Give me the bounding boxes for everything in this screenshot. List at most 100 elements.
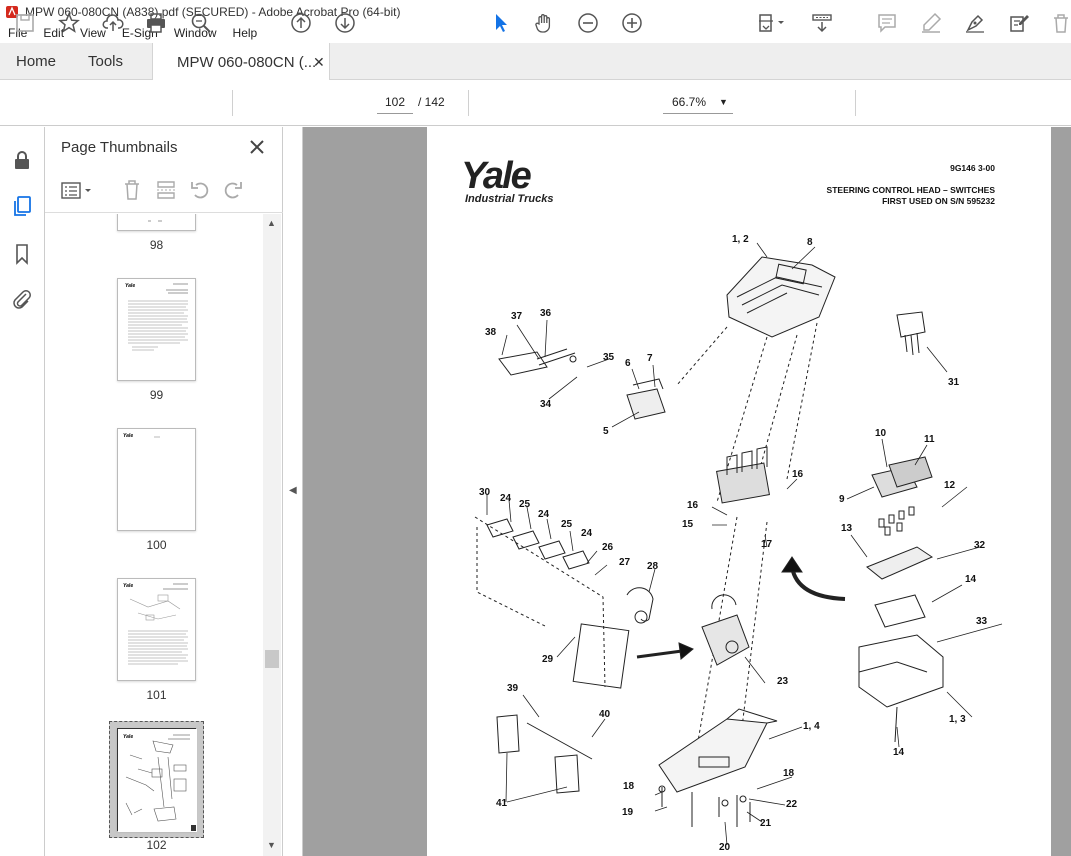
page-up-icon[interactable]	[288, 10, 314, 36]
callout-label: 39	[507, 683, 519, 694]
thumbnail-scrollbar[interactable]: ▲ ▼	[263, 214, 281, 856]
callout-label: 24	[538, 509, 550, 520]
svg-text:Yale: Yale	[123, 734, 133, 740]
thumbnail-label: 102	[146, 838, 167, 852]
callout-label: 27	[619, 557, 631, 568]
thumbnail-page-99[interactable]: Yale	[117, 278, 196, 381]
thumbnail-label: 98	[149, 238, 164, 252]
callout-label: 21	[760, 818, 772, 829]
extract-page-icon[interactable]	[155, 179, 177, 206]
lock-icon[interactable]	[10, 148, 34, 172]
scroll-down-icon[interactable]: ▼	[267, 840, 276, 850]
toolbar-separator	[468, 90, 469, 116]
callout-label: 14	[965, 574, 977, 585]
thumbnail-list: 98 Yale 99 Yale 100 Yale 101 Yale 102	[45, 214, 263, 856]
page-thumbnails-panel: Page Thumbnails 98 Yale 99 Yale 100 Yale…	[45, 127, 283, 856]
fit-page-icon[interactable]	[754, 10, 790, 36]
callout-label: 24	[581, 528, 593, 539]
tab-bar: Home Tools MPW 060-080CN (... ✕	[0, 43, 1071, 81]
callout-label: 37	[511, 311, 523, 322]
callout-label: 24	[500, 493, 512, 504]
zoom-level-select[interactable]: 66.7% ▼	[663, 90, 733, 114]
callout-label: 25	[561, 519, 573, 530]
delete-page-icon[interactable]	[121, 179, 143, 206]
document-viewer: Yale Industrial Trucks 9G146 3-00 STEERI…	[303, 127, 1071, 856]
callout-label: 41	[496, 798, 508, 809]
callout-label: 7	[647, 353, 653, 364]
toolbar-separator	[232, 90, 233, 116]
callout-label: 23	[777, 676, 789, 687]
zoom-search-icon[interactable]	[188, 10, 214, 36]
callout-label: 34	[540, 399, 552, 410]
thumbnail-page-102[interactable]: Yale	[117, 728, 197, 832]
close-tab-icon[interactable]: ✕	[313, 54, 325, 71]
scroll-up-icon[interactable]: ▲	[267, 218, 276, 228]
callout-label: 1, 2	[732, 234, 749, 245]
save-icon[interactable]	[12, 10, 38, 36]
page-thumbnails-icon[interactable]	[10, 194, 34, 218]
tab-home[interactable]: Home	[16, 43, 56, 80]
thumbnail-page-101[interactable]: Yale	[117, 578, 196, 681]
callout-label: 20	[719, 842, 731, 853]
rotate-right-icon[interactable]	[222, 179, 244, 206]
callout-label: 9	[839, 494, 845, 505]
menu-help[interactable]: Help	[225, 26, 266, 40]
callout-label: 16	[792, 469, 804, 480]
svg-text:Yale: Yale	[123, 583, 133, 589]
upload-cloud-icon[interactable]	[100, 10, 126, 36]
callout-label: 17	[761, 539, 773, 550]
svg-text:Yale: Yale	[123, 433, 133, 439]
zoom-out-icon[interactable]	[575, 10, 601, 36]
fill-sign-icon[interactable]	[962, 10, 988, 36]
attachment-icon[interactable]	[10, 287, 34, 311]
scroll-mode-icon[interactable]	[809, 10, 835, 36]
tab-document-label: MPW 060-080CN (...	[177, 53, 317, 71]
callout-label: 25	[519, 499, 531, 510]
callout-label: 36	[540, 308, 552, 319]
print-icon[interactable]	[143, 10, 169, 36]
callout-label: 11	[924, 434, 935, 445]
thumbnail-options-icon[interactable]	[61, 181, 95, 201]
callout-label: 5	[603, 426, 609, 437]
panel-toolbar	[45, 169, 283, 213]
document-page: Yale Industrial Trucks 9G146 3-00 STEERI…	[427, 127, 1051, 856]
zoom-in-icon[interactable]	[619, 10, 645, 36]
callout-label: 22	[786, 799, 798, 810]
callout-label: 33	[976, 616, 988, 627]
edit-pdf-icon[interactable]	[1006, 10, 1032, 36]
callout-label: 28	[647, 561, 659, 572]
thumbnail-page-98[interactable]	[117, 214, 196, 231]
callout-label: 18	[623, 781, 635, 792]
highlight-pen-icon[interactable]	[918, 10, 944, 36]
scrollbar-thumb[interactable]	[265, 650, 279, 668]
page-number-input[interactable]: 102	[377, 90, 413, 114]
panel-title: Page Thumbnails	[61, 139, 178, 156]
tab-document[interactable]: MPW 060-080CN (... ✕	[152, 43, 330, 81]
bookmark-icon[interactable]	[10, 242, 34, 266]
collapse-panel-icon[interactable]: ◀	[289, 485, 297, 496]
callout-label: 15	[682, 519, 694, 530]
thumbnail-page-100[interactable]: Yale	[117, 428, 196, 531]
star-icon[interactable]	[56, 10, 82, 36]
chevron-down-icon: ▼	[719, 97, 728, 107]
callout-label: 12	[944, 480, 956, 491]
callout-label: 38	[485, 327, 497, 338]
toolbar-separator	[855, 90, 856, 116]
rotate-left-icon[interactable]	[189, 179, 211, 206]
callout-label: 18	[783, 768, 795, 779]
tab-tools[interactable]: Tools	[88, 43, 123, 80]
callout-label: 30	[479, 487, 491, 498]
callout-label: 40	[599, 709, 611, 720]
svg-text:Yale: Yale	[125, 283, 135, 289]
close-panel-icon[interactable]	[247, 137, 267, 157]
delete-icon[interactable]	[1048, 10, 1071, 36]
callout-label: 35	[603, 352, 615, 363]
select-cursor-icon[interactable]	[488, 10, 514, 36]
hand-tool-icon[interactable]	[531, 10, 557, 36]
main-toolbar	[0, 80, 1071, 126]
comment-icon[interactable]	[874, 10, 900, 36]
thumbnail-label: 99	[149, 388, 164, 402]
panel-collapse-bar: ◀	[283, 127, 303, 856]
callout-label: 1, 3	[949, 714, 966, 725]
page-down-icon[interactable]	[332, 10, 358, 36]
